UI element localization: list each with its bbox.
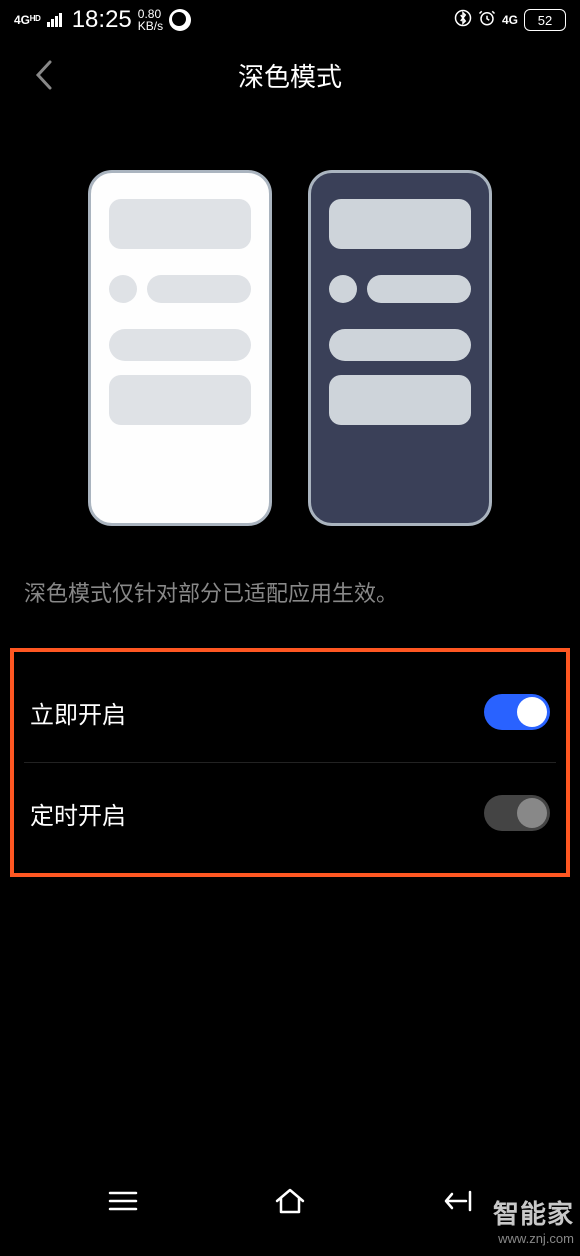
setting-row-enable-now[interactable]: 立即开启	[24, 662, 556, 763]
description-text: 深色模式仅针对部分已适配应用生效。	[0, 576, 580, 608]
network-type-label: 4G	[502, 13, 518, 27]
signal-bars-icon	[47, 13, 62, 27]
theme-preview-area	[0, 110, 580, 576]
light-mode-preview[interactable]	[88, 170, 272, 526]
battery-icon: 52	[524, 9, 566, 31]
signal-type-label: 4Gᴴᴰ	[14, 13, 41, 27]
bluetooth-icon	[454, 9, 472, 32]
battery-level: 52	[538, 13, 552, 28]
watermark: 智能家 www.znj.com	[493, 1194, 574, 1246]
setting-row-scheduled[interactable]: 定时开启	[24, 763, 556, 863]
settings-highlighted-box: 立即开启 定时开启	[10, 648, 570, 877]
dark-mode-preview[interactable]	[308, 170, 492, 526]
speed-unit: KB/s	[138, 20, 163, 32]
status-right: 4G 52	[454, 9, 566, 32]
network-speed: 0.80 KB/s	[138, 8, 163, 32]
toggle-scheduled[interactable]	[484, 795, 550, 831]
setting-label: 立即开启	[30, 695, 126, 730]
home-button[interactable]	[260, 1181, 320, 1221]
status-left: 4Gᴴᴰ 18:25 0.80 KB/s	[14, 6, 191, 34]
back-button[interactable]	[24, 55, 64, 95]
page-title: 深色模式	[0, 57, 580, 94]
recents-button[interactable]	[93, 1181, 153, 1221]
clock-time: 18:25	[72, 6, 132, 34]
alarm-icon	[478, 9, 496, 32]
back-nav-button[interactable]	[427, 1181, 487, 1221]
setting-label: 定时开启	[30, 796, 126, 831]
watermark-url: www.znj.com	[493, 1231, 574, 1246]
toggle-enable-now[interactable]	[484, 694, 550, 730]
status-bar: 4Gᴴᴰ 18:25 0.80 KB/s 4G 52	[0, 0, 580, 40]
watermark-brand: 智能家	[493, 1194, 574, 1231]
wechat-notification-icon	[169, 9, 191, 31]
page-header: 深色模式	[0, 40, 580, 110]
